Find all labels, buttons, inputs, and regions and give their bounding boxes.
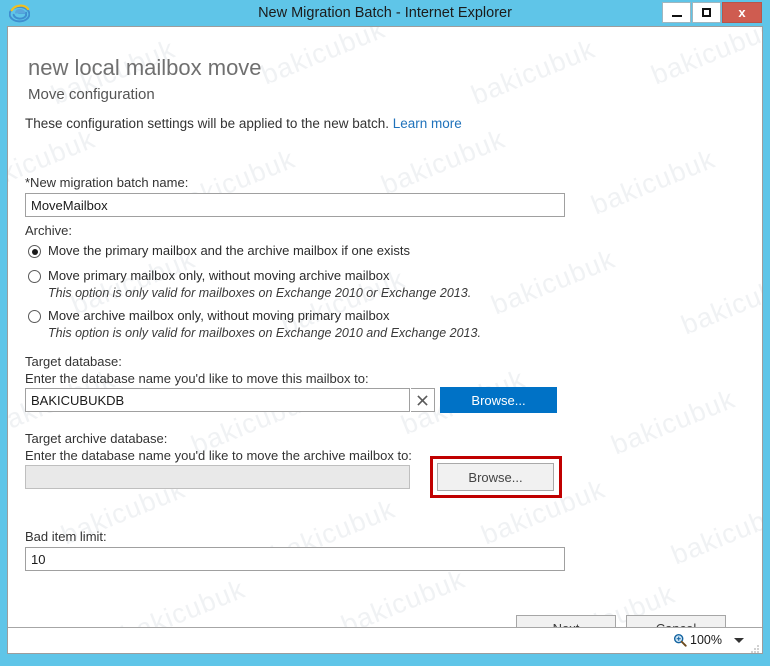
archive-option-label: Move primary mailbox only, without movin… (48, 268, 390, 283)
browser-window: New Migration Batch - Internet Explorer … (0, 0, 770, 666)
radio-icon-unselected (28, 270, 41, 283)
radio-icon-selected (28, 245, 41, 258)
intro-description: These configuration settings will be app… (25, 116, 462, 131)
bad-item-limit-label: Bad item limit: (25, 529, 107, 544)
title-bar: New Migration Batch - Internet Explorer … (0, 0, 770, 26)
radio-icon-unselected (28, 310, 41, 323)
bad-item-limit-input[interactable] (25, 547, 565, 571)
intro-text: These configuration settings will be app… (25, 116, 389, 131)
clear-x-icon[interactable] (411, 388, 435, 412)
maximize-icon (702, 8, 711, 17)
window-title: New Migration Batch - Internet Explorer (258, 5, 512, 21)
archive-option-archive-only[interactable]: Move archive mailbox only, without movin… (28, 308, 390, 323)
batch-name-input[interactable] (25, 193, 565, 217)
archive-option-note: This option is only valid for mailboxes … (48, 286, 472, 300)
close-button[interactable]: x (722, 2, 762, 23)
target-archive-database-hint: Enter the database name you'd like to mo… (25, 448, 412, 463)
target-database-label: Target database: (25, 354, 122, 369)
learn-more-link[interactable]: Learn more (393, 116, 462, 131)
archive-group-label: Archive: (25, 223, 72, 238)
page-title: new local mailbox move (28, 55, 262, 80)
status-bar: 100% (8, 627, 762, 653)
archive-option-label: Move the primary mailbox and the archive… (48, 243, 410, 258)
target-database-hint: Enter the database name you'd like to mo… (25, 371, 369, 386)
dialog-client-area: bakicubuk bakicubuk bakicubuk bakicubuk … (7, 26, 763, 654)
target-archive-database-input[interactable] (25, 465, 410, 489)
archive-option-primary-and-archive[interactable]: Move the primary mailbox and the archive… (28, 243, 410, 258)
zoom-level-label: 100% (690, 633, 722, 647)
chevron-down-icon[interactable] (734, 637, 744, 643)
target-archive-database-label: Target archive database: (25, 431, 168, 446)
dialog-content: new local mailbox move Move configuratio… (8, 27, 762, 653)
maximize-button[interactable] (692, 2, 721, 23)
zoom-magnifier-icon (673, 633, 687, 647)
resize-grip-icon[interactable] (750, 641, 760, 653)
archive-option-note: This option is only valid for mailboxes … (48, 326, 481, 340)
zoom-control[interactable]: 100% (673, 631, 756, 649)
page-subtitle: Move configuration (28, 86, 155, 103)
minimize-button[interactable] (662, 2, 691, 23)
browse-target-archive-database-button[interactable]: Browse... (437, 463, 554, 491)
archive-option-primary-only[interactable]: Move primary mailbox only, without movin… (28, 268, 390, 283)
target-database-input[interactable] (25, 388, 410, 412)
minimize-icon (671, 14, 682, 17)
archive-option-label: Move archive mailbox only, without movin… (48, 308, 390, 323)
batch-name-label: *New migration batch name: (25, 175, 189, 190)
browse-target-database-button[interactable]: Browse... (440, 387, 557, 413)
